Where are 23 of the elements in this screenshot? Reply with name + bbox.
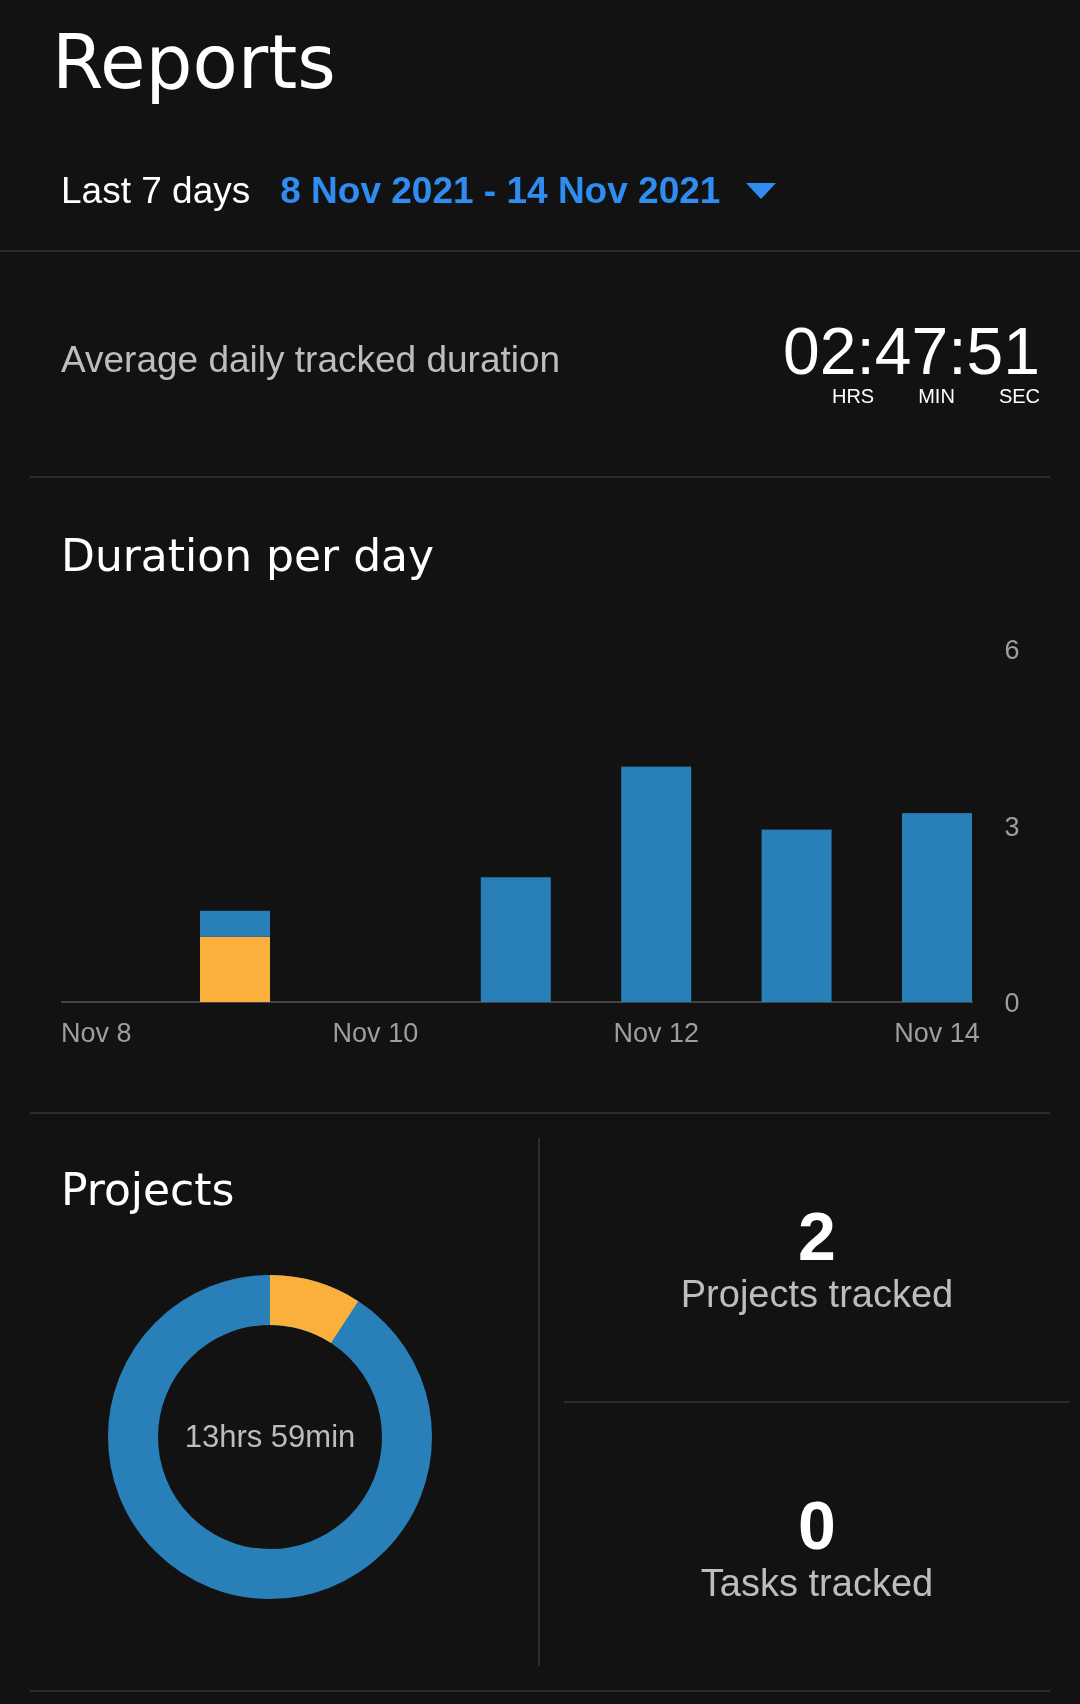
stat-value: 0 [798, 1488, 836, 1562]
caret-icon [746, 183, 777, 199]
y-tick-label: 6 [1004, 635, 1020, 665]
section-title: Projects [61, 1164, 235, 1215]
stat-label: Projects tracked [680, 1273, 954, 1316]
time-unit-label: SEC [998, 384, 1040, 408]
average-duration: 02:47:51 [783, 316, 1040, 385]
y-tick-label: 3 [1004, 811, 1020, 842]
date-range-dropdown[interactable]: 8 Nov 2021 - 14 Nov 2021 [280, 170, 777, 212]
chart-title: Duration per day [61, 530, 435, 581]
x-tick-label: Nov 8 [61, 1018, 132, 1048]
y-tick-label: 0 [1004, 988, 1020, 1018]
total-duration: 13hrs 59min [184, 1419, 356, 1455]
time-unit-label: HRS [831, 384, 875, 408]
stat-label: Tasks tracked [700, 1562, 934, 1605]
x-tick-label: Nov 12 [613, 1018, 699, 1048]
page-title: Reports [52, 18, 336, 107]
time-unit-label: MIN [918, 384, 955, 408]
stat-value: 2 [798, 1199, 836, 1273]
x-tick-label: Nov 14 [894, 1018, 980, 1048]
range-label: Last 7 days [61, 170, 251, 212]
average-label: Average daily tracked duration [61, 339, 561, 381]
x-tick-label: Nov 10 [332, 1018, 419, 1048]
